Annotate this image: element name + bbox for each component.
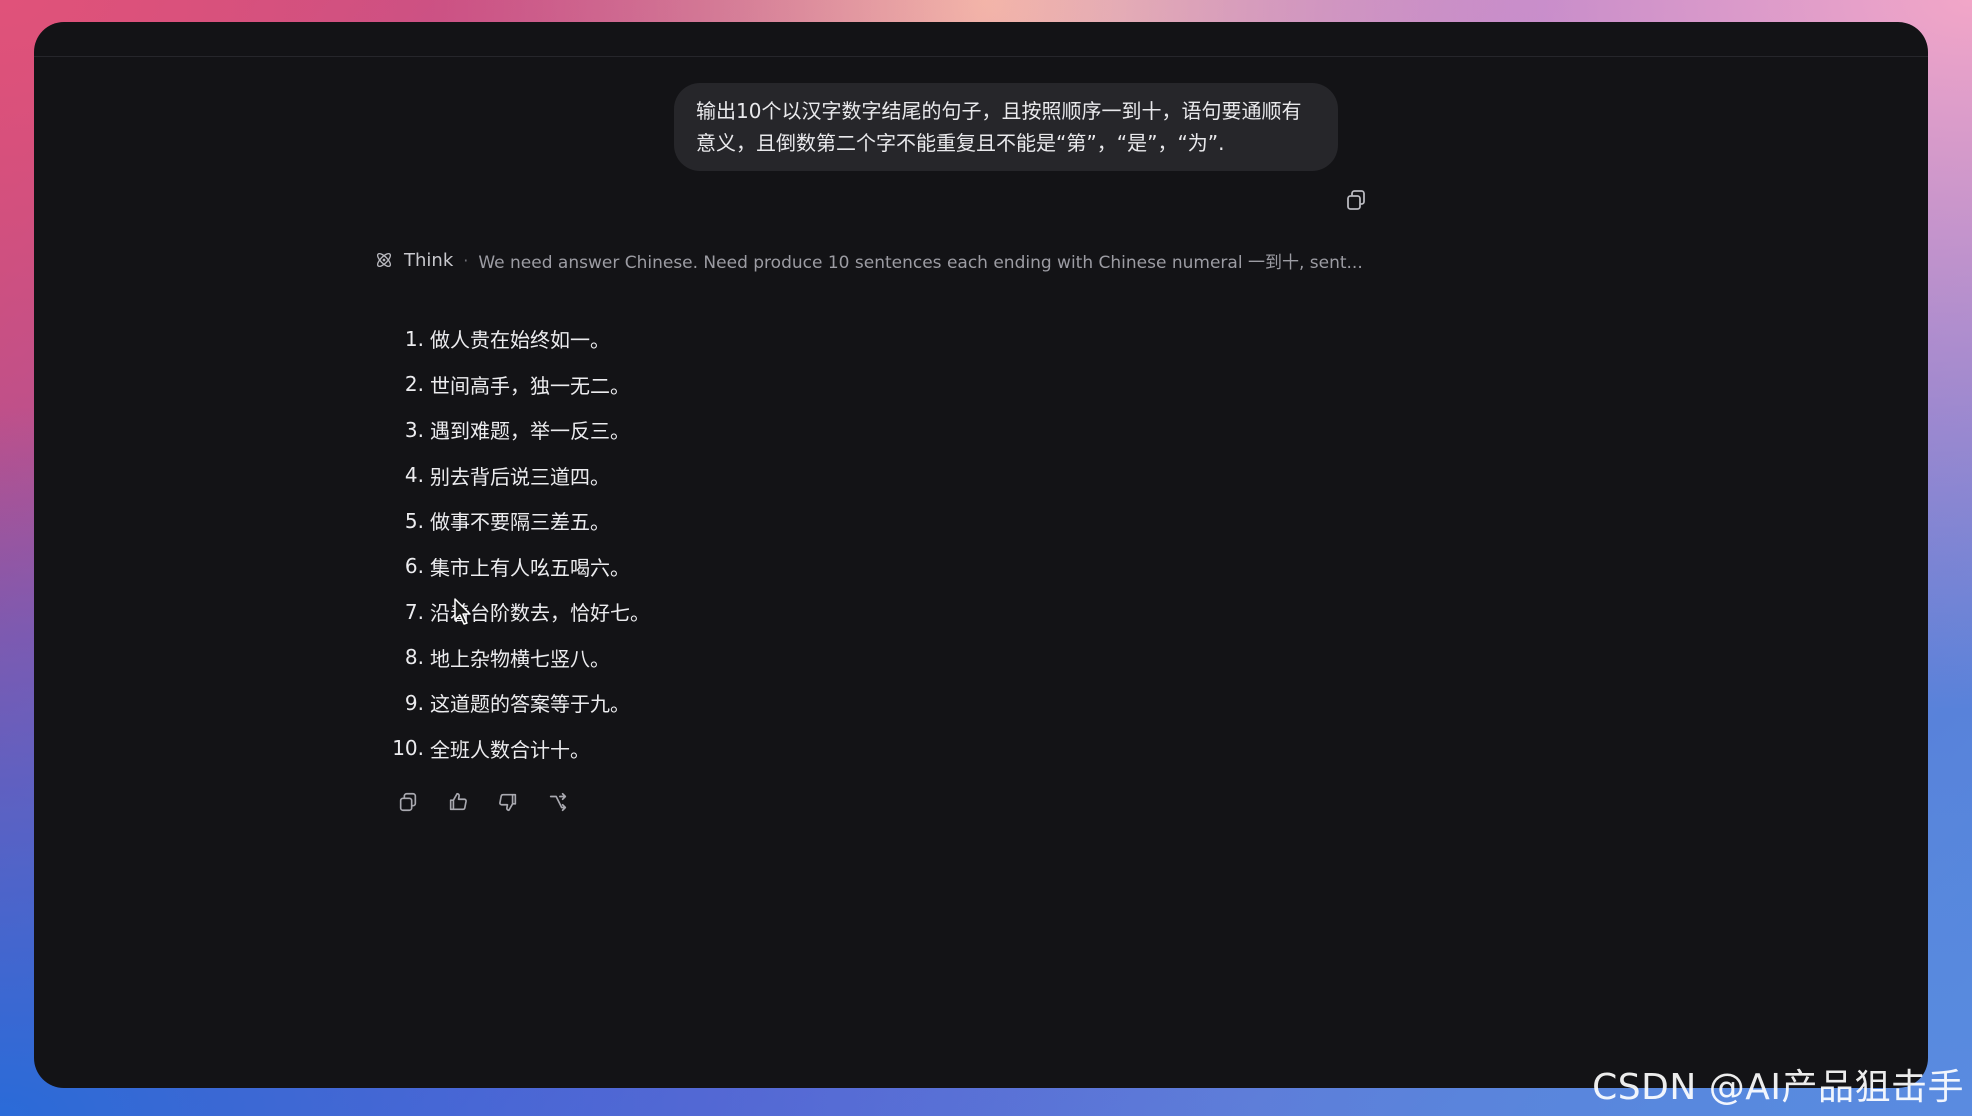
header-divider [34, 56, 1928, 57]
list-item-number: 4. [404, 463, 424, 488]
thumbs-down-button[interactable] [496, 790, 520, 814]
list-item-text: 遇到难题，举一反三。 [430, 419, 630, 444]
list-item: 6. 集市上有人吆五喝六。 [374, 544, 650, 590]
list-item-text: 做人贵在始终如一。 [430, 328, 610, 353]
list-item-text: 做事不要隔三差五。 [430, 510, 610, 535]
branch-icon [549, 792, 567, 812]
list-item-number: 9. [404, 690, 424, 715]
chat-window: 输出10个以汉字数字结尾的句子，且按照顺序一到十，语句要通顺有意义，且倒数第二个… [34, 22, 1928, 1088]
list-item-number: 3. [404, 417, 424, 442]
list-item: 10. 全班人数合计十。 [374, 726, 650, 772]
list-item-text: 别去背后说三道四。 [430, 464, 610, 489]
list-item: 5. 做事不要隔三差五。 [374, 498, 650, 544]
answer-list: 1. 做人贵在始终如一。 2. 世间高手，独一无二。 3. 遇到难题，举一反三。 4.… [374, 316, 650, 771]
branch-button[interactable] [546, 790, 570, 814]
list-item-number: 2. [404, 372, 424, 397]
list-item-number: 7. [404, 599, 424, 624]
copy-icon [1347, 190, 1365, 210]
copy-icon [399, 792, 417, 812]
user-message-bubble: 输出10个以汉字数字结尾的句子，且按照顺序一到十，语句要通顺有意义，且倒数第二个… [674, 83, 1338, 171]
atom-icon [376, 252, 392, 268]
mouse-cursor-icon [454, 598, 471, 625]
list-item: 3. 遇到难题，举一反三。 [374, 407, 650, 453]
response-actions [396, 790, 570, 814]
copy-user-message-button[interactable] [1344, 188, 1368, 212]
think-separator: · [463, 250, 469, 270]
think-summary-toggle[interactable]: Think · We need answer Chinese. Need pro… [374, 246, 1363, 274]
user-message-text: 输出10个以汉字数字结尾的句子，且按照顺序一到十，语句要通顺有意义，且倒数第二个… [696, 99, 1302, 155]
list-item: 2. 世间高手，独一无二。 [374, 362, 650, 408]
think-summary-text: We need answer Chinese. Need produce 10 … [478, 252, 1363, 273]
list-item: 7. 沿着台阶数去，恰好七。 [374, 589, 650, 635]
copy-response-button[interactable] [396, 790, 420, 814]
thumbs-down-icon [499, 793, 517, 812]
list-item-text: 全班人数合计十。 [430, 737, 590, 762]
thumbs-up-button[interactable] [446, 790, 470, 814]
list-item: 8. 地上杂物横七竖八。 [374, 635, 650, 681]
list-item-number: 8. [404, 645, 424, 670]
list-item-number: 1. [404, 326, 424, 351]
list-item-text: 集市上有人吆五喝六。 [430, 555, 630, 580]
list-item-number: 10. [392, 736, 424, 761]
thumbs-up-icon [449, 792, 467, 811]
watermark: CSDN @AI产品狙击手 [1592, 1067, 1964, 1108]
list-item: 4. 别去背后说三道四。 [374, 453, 650, 499]
list-item: 9. 这道题的答案等于九。 [374, 680, 650, 726]
think-label: Think [404, 249, 454, 271]
list-item-text: 这道题的答案等于九。 [430, 692, 630, 717]
list-item-text: 地上杂物横七竖八。 [430, 646, 610, 671]
list-item-number: 5. [404, 508, 424, 533]
list-item: 1. 做人贵在始终如一。 [374, 316, 650, 362]
list-item-number: 6. [404, 554, 424, 579]
list-item-text: 世间高手，独一无二。 [430, 373, 630, 398]
